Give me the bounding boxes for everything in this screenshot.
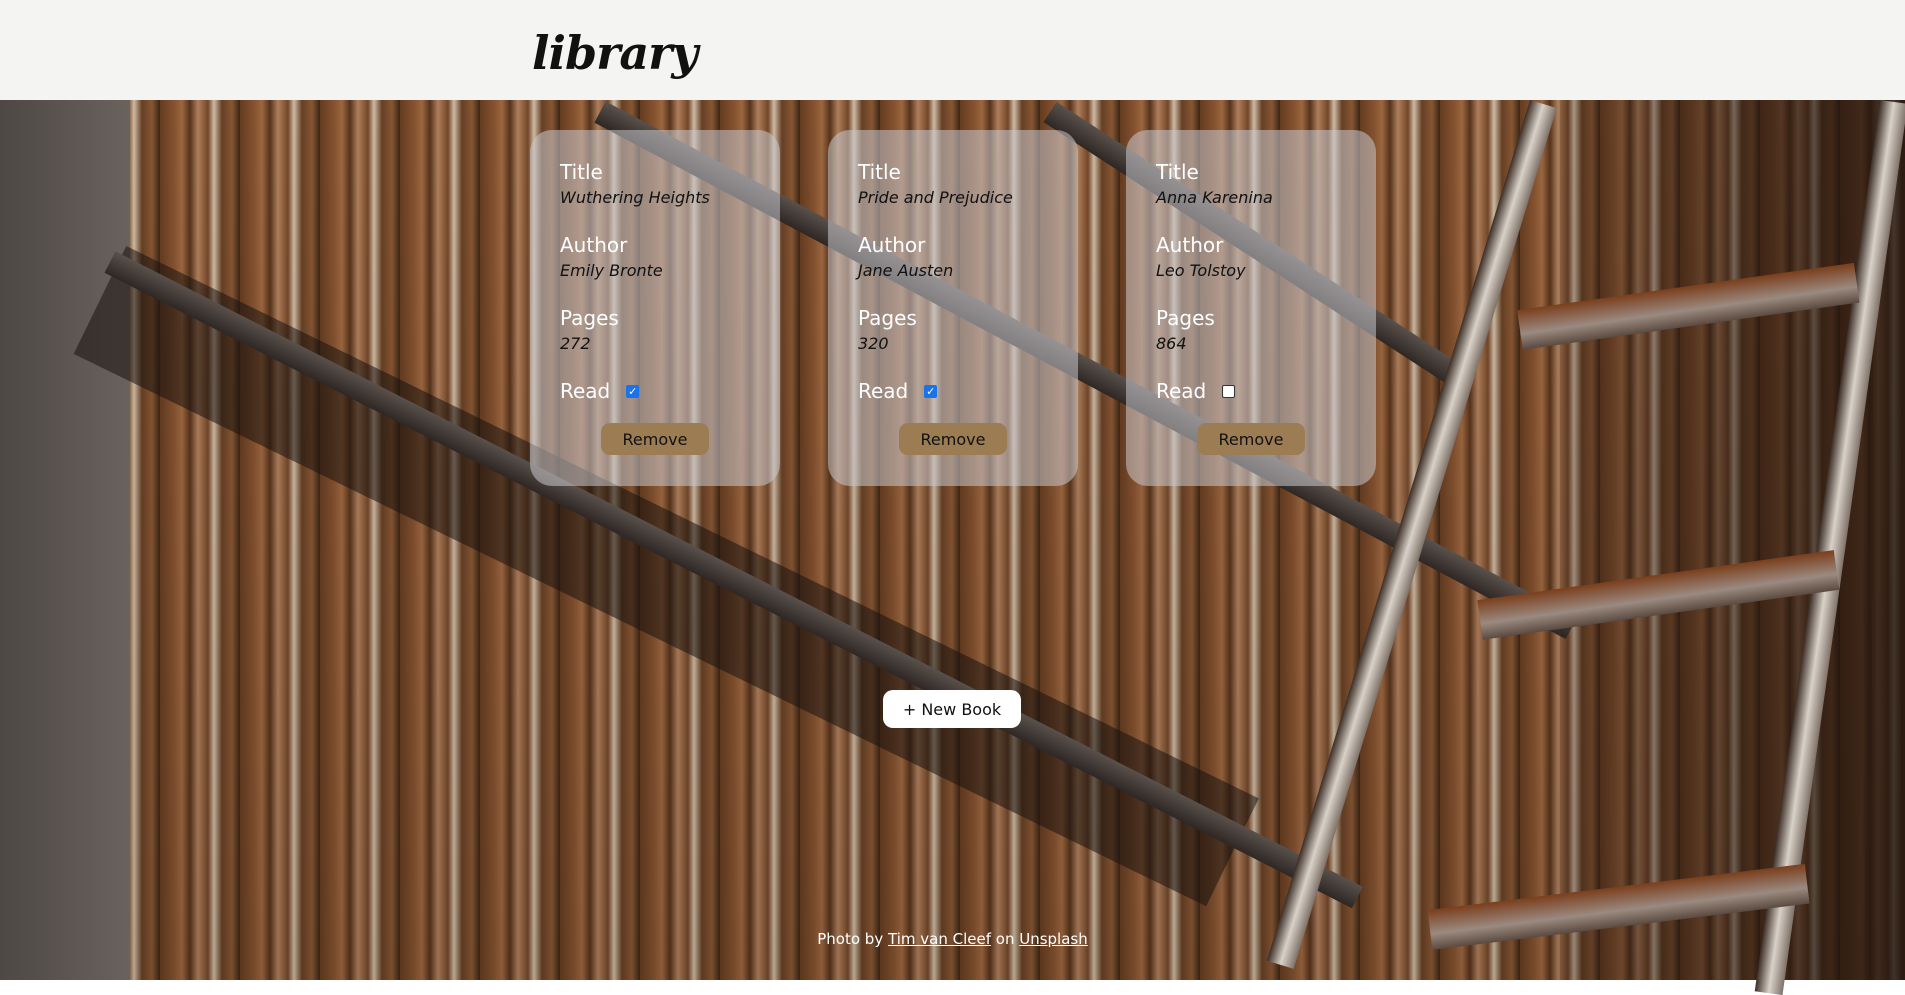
background-wall xyxy=(0,100,130,980)
author-label: Author xyxy=(858,233,926,257)
read-checkbox[interactable]: ✓ xyxy=(924,384,938,398)
book-list: Title Wuthering Heights Author Emily Bro… xyxy=(530,130,1376,486)
photographer-link[interactable]: Tim van Cleef xyxy=(888,930,991,948)
read-label: Read xyxy=(1156,379,1207,403)
book-title: Wuthering Heights xyxy=(560,188,710,207)
library-logo: library xyxy=(532,26,698,80)
remove-button[interactable]: Remove xyxy=(1197,423,1305,455)
header: library xyxy=(0,0,1905,100)
read-checkbox[interactable] xyxy=(1222,384,1236,398)
title-label: Title xyxy=(858,160,901,184)
book-card: Title Wuthering Heights Author Emily Bro… xyxy=(530,130,780,486)
read-row: Read ✓ xyxy=(858,379,1048,403)
author-label: Author xyxy=(560,233,628,257)
book-card: Title Pride and Prejudice Author Jane Au… xyxy=(828,130,1078,486)
read-row: Read ✓ xyxy=(560,379,750,403)
credit-prefix: Photo by xyxy=(817,930,884,948)
book-author: Leo Tolstoy xyxy=(1156,261,1246,280)
book-title: Pride and Prejudice xyxy=(858,188,1013,207)
pages-label: Pages xyxy=(1156,306,1215,330)
read-label: Read xyxy=(858,379,909,403)
credit-middle: on xyxy=(995,930,1015,948)
background-shadow xyxy=(1560,100,1905,980)
pages-label: Pages xyxy=(858,306,917,330)
book-author: Jane Austen xyxy=(858,261,954,280)
book-title: Anna Karenina xyxy=(1156,188,1273,207)
book-card: Title Anna Karenina Author Leo Tolstoy P… xyxy=(1126,130,1376,486)
book-pages: 320 xyxy=(858,334,889,353)
title-label: Title xyxy=(560,160,603,184)
unsplash-link[interactable]: Unsplash xyxy=(1019,930,1088,948)
read-row: Read xyxy=(1156,379,1346,403)
photo-credit: Photo by Tim van Cleef on Unsplash xyxy=(0,930,1905,948)
pages-label: Pages xyxy=(560,306,619,330)
read-label: Read xyxy=(560,379,611,403)
read-checkbox[interactable]: ✓ xyxy=(626,384,640,398)
remove-button[interactable]: Remove xyxy=(899,423,1007,455)
book-author: Emily Bronte xyxy=(560,261,663,280)
title-label: Title xyxy=(1156,160,1199,184)
book-pages: 864 xyxy=(1156,334,1187,353)
book-pages: 272 xyxy=(560,334,591,353)
author-label: Author xyxy=(1156,233,1224,257)
remove-button[interactable]: Remove xyxy=(601,423,709,455)
new-book-button[interactable]: + New Book xyxy=(883,690,1021,728)
